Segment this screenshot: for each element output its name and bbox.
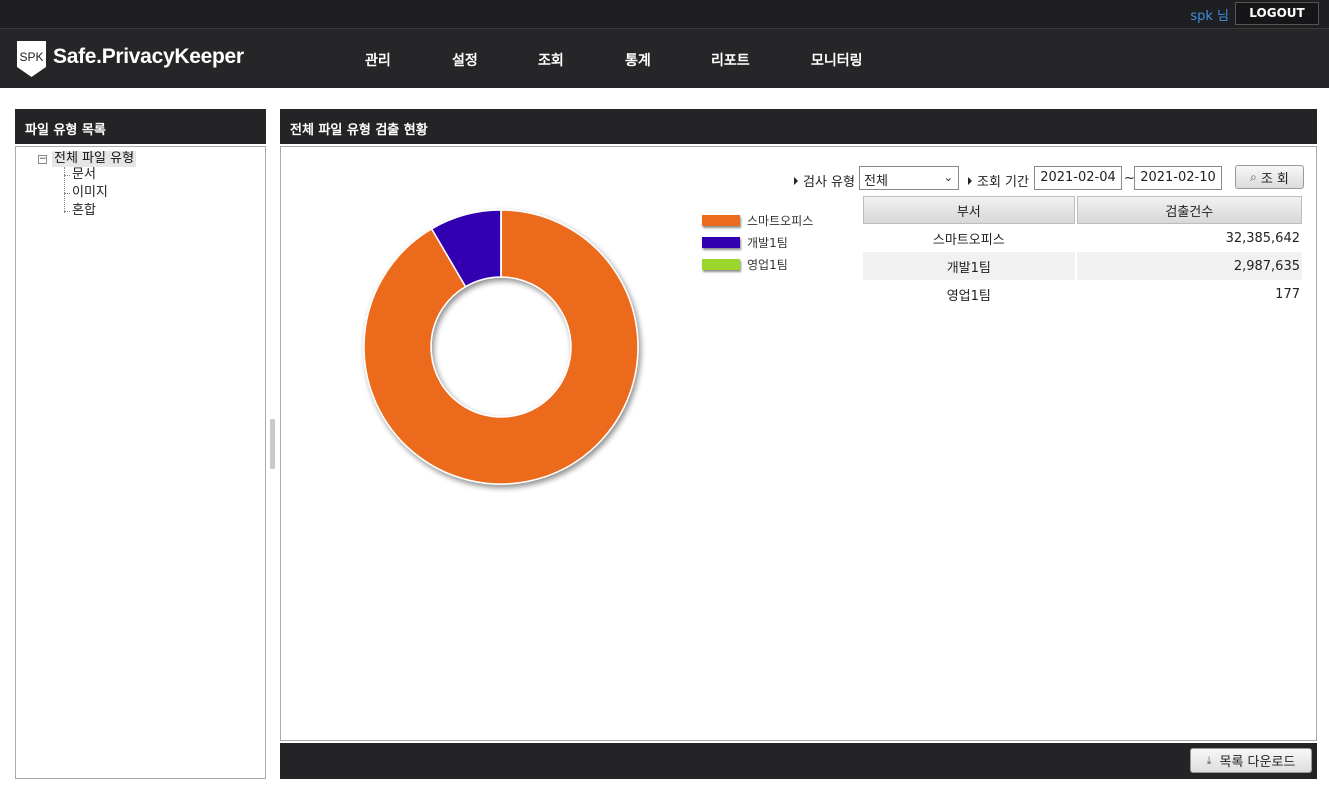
detection-table: 부서 검출건수 스마트오피스 32,385,642 개발1팀 2,987,635… (861, 196, 1304, 308)
legend-label: 스마트오피스 (747, 213, 814, 228)
tree-item-mixed[interactable]: 혼합 (72, 203, 96, 219)
panel-splitter[interactable] (270, 419, 275, 469)
tree-root[interactable]: − 전체 파일 유형 (38, 151, 137, 167)
nav-settings[interactable]: 설정 (452, 50, 478, 70)
file-type-tree: − 전체 파일 유형 문서 이미지 혼합 (15, 146, 266, 779)
search-icon: ⌕ (1250, 169, 1257, 184)
download-list-button[interactable]: ⤓ 목록 다운로드 (1190, 748, 1312, 773)
logo-badge-text: SPK (19, 50, 43, 64)
main-header: SPK Safe.PrivacyKeeper 관리 설정 조회 통계 리포트 모… (0, 29, 1329, 88)
tree-collapse-icon[interactable]: − (38, 154, 47, 164)
tree-root-label[interactable]: 전체 파일 유형 (52, 151, 137, 167)
date-to-input[interactable]: 2021-02-10 (1134, 166, 1222, 190)
nav-report[interactable]: 리포트 (711, 50, 750, 70)
download-list-label: 목록 다운로드 (1219, 755, 1296, 770)
dept-cell: 스마트오피스 (932, 232, 1005, 248)
nav-inquiry[interactable]: 조회 (538, 50, 564, 70)
legend-item[interactable]: 스마트오피스 (702, 209, 813, 231)
table-row[interactable]: 스마트오피스 32,385,642 (863, 224, 1302, 252)
count-cell: 2,987,635 (1076, 252, 1302, 280)
tree-connector (64, 167, 65, 213)
inspection-type-select[interactable]: 전체 ⌄ (859, 166, 959, 190)
period-label: 조회 기간 (968, 171, 1029, 190)
inspection-type-label: 검사 유형 (794, 171, 855, 190)
tree-item-image[interactable]: 이미지 (72, 185, 108, 201)
detection-status-title: 전체 파일 유형 검출 현황 (280, 109, 1317, 144)
legend-swatch (702, 258, 740, 270)
chevron-down-icon: ⌄ (943, 171, 953, 184)
nav-management[interactable]: 관리 (365, 50, 391, 70)
dept-cell: 영업1팀 (946, 288, 991, 304)
count-cell: 32,385,642 (1225, 230, 1300, 246)
detection-status-body: 스마트오피스 개발1팀 영업1팀 검사 유형 전체 ⌄ 조회 기간 2021-02-… (280, 146, 1317, 741)
user-bar: spk 님 LOGOUT (0, 0, 1329, 29)
inspection-type-value: 전체 (864, 174, 888, 189)
legend-swatch (702, 236, 740, 248)
search-button[interactable]: ⌕ 조 회 (1235, 165, 1304, 189)
donut-chart (363, 209, 639, 485)
logo-badge: SPK (15, 39, 48, 79)
user-name: spk 님 (1190, 9, 1229, 24)
table-row[interactable]: 개발1팀 2,987,635 (863, 252, 1302, 280)
chart-legend: 스마트오피스개발1팀영업1팀 (702, 209, 813, 275)
legend-label: 개발1팀 (747, 235, 788, 250)
nav-monitoring[interactable]: 모니터링 (811, 50, 863, 70)
download-icon: ⤓ (1206, 753, 1212, 767)
legend-item[interactable]: 영업1팀 (702, 253, 813, 275)
count-cell: 177 (1275, 286, 1300, 302)
legend-item[interactable]: 개발1팀 (702, 231, 813, 253)
legend-swatch (702, 214, 740, 226)
date-from-input[interactable]: 2021-02-04 (1034, 166, 1122, 190)
tree-item-document[interactable]: 문서 (72, 167, 96, 183)
logout-button[interactable]: LOGOUT (1235, 2, 1319, 25)
detection-status-footer: ⤓ 목록 다운로드 (280, 743, 1317, 779)
column-header-dept[interactable]: 부서 (863, 196, 1075, 224)
search-button-label: 조 회 (1260, 171, 1289, 187)
legend-label: 영업1팀 (747, 257, 788, 272)
logo-text: Safe.PrivacyKeeper (53, 45, 244, 68)
file-type-list-title: 파일 유형 목록 (15, 109, 266, 144)
column-header-count[interactable]: 검출건수 (1076, 196, 1302, 224)
table-row[interactable]: 영업1팀 177 (863, 280, 1302, 308)
dept-cell: 개발1팀 (863, 252, 1075, 280)
nav-statistics[interactable]: 통계 (625, 50, 651, 70)
